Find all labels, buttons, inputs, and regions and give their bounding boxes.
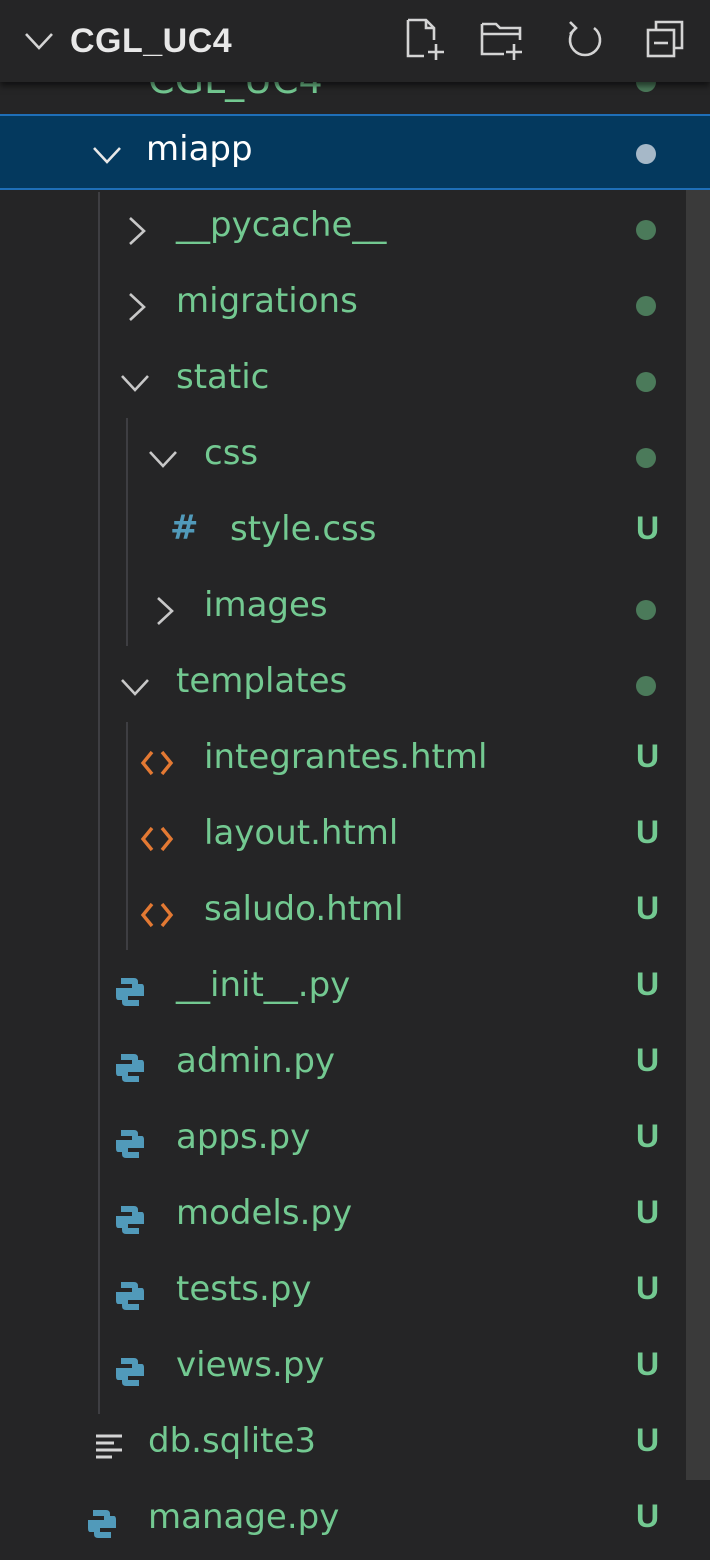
tree-row-images[interactable]: images (0, 572, 710, 648)
tree-row-migrations[interactable]: migrations (0, 268, 710, 344)
git-status-badge: U (636, 1042, 660, 1078)
tree-row-label: integrantes.html (204, 737, 488, 777)
tree-row-label: css (204, 433, 259, 473)
tree-row-label: admin.py (176, 1041, 336, 1081)
git-status-dot (636, 82, 656, 92)
tree-row-static[interactable]: static (0, 344, 710, 420)
tree-row-integrantes-html[interactable]: integrantes.html U (0, 724, 710, 800)
html-file-icon (140, 902, 174, 928)
python-file-icon (116, 1358, 144, 1386)
python-file-icon (116, 1054, 144, 1082)
tree-row-label: saludo.html (204, 889, 404, 929)
chevron-down-icon (121, 679, 149, 696)
tree-row-label: manage.py (148, 1497, 340, 1537)
git-status-badge: U (636, 1118, 660, 1154)
tree-row-init-py[interactable]: __init__.py U (0, 952, 710, 1028)
tree-row-layout-html[interactable]: layout.html U (0, 800, 710, 876)
tree-row-label: db.sqlite3 (148, 1421, 317, 1461)
tree-row-label: layout.html (204, 813, 399, 853)
git-status-badge: U (636, 966, 660, 1002)
git-status-dot (636, 220, 656, 240)
git-status-badge: U (636, 1346, 660, 1382)
git-status-badge: U (636, 890, 660, 926)
tree-row-label: apps.py (176, 1117, 311, 1157)
tree-row-label: migrations (176, 281, 358, 321)
tree-row-admin-py[interactable]: admin.py U (0, 1028, 710, 1104)
text-file-icon (96, 1434, 122, 1459)
chevron-right-icon (157, 597, 174, 625)
python-file-icon (116, 1206, 144, 1234)
git-status-dot (636, 144, 656, 164)
root-folder-title[interactable]: CGL_UC4 (70, 22, 232, 61)
python-file-icon (88, 1510, 116, 1538)
git-status-badge: U (636, 1194, 660, 1230)
tree-row-templates[interactable]: templates (0, 648, 710, 724)
tree-row-label: miapp (146, 129, 253, 169)
refresh-icon[interactable] (562, 16, 608, 62)
git-status-badge: U (636, 738, 660, 774)
tree-row-label: tests.py (176, 1269, 312, 1309)
chevron-down-icon (121, 375, 149, 392)
tree-row-label: style.css (230, 509, 377, 549)
tree-row-models-py[interactable]: models.py U (0, 1180, 710, 1256)
tree-row-label: __init__.py (176, 965, 351, 1005)
tree-row-css[interactable]: css (0, 420, 710, 496)
html-file-icon (140, 750, 174, 776)
tree-row-label: models.py (176, 1193, 353, 1233)
chevron-right-icon (129, 217, 146, 245)
tree-row-views-py[interactable]: views.py U (0, 1332, 710, 1408)
git-status-badge: U (636, 814, 660, 850)
tree-row-label: images (204, 585, 328, 625)
git-status-dot (636, 676, 656, 696)
git-status-dot (636, 372, 656, 392)
css-file-icon: # (170, 508, 199, 548)
new-folder-icon[interactable] (478, 16, 524, 62)
tree-row-saludo-html[interactable]: saludo.html U (0, 876, 710, 952)
tree-row-pycache[interactable]: __pycache__ (0, 192, 710, 268)
python-file-icon (116, 1130, 144, 1158)
tree-row-manage-py[interactable]: manage.py U (0, 1484, 710, 1560)
git-status-dot (636, 296, 656, 316)
collapse-all-icon[interactable] (642, 16, 688, 62)
chevron-down-icon (149, 451, 177, 468)
html-file-icon (140, 826, 174, 852)
tree-row-style-css[interactable]: # style.css U (0, 496, 710, 572)
explorer-header: CGL_UC4 (0, 0, 710, 82)
tree-row-miapp[interactable]: miapp (0, 114, 710, 190)
python-file-icon (116, 978, 144, 1006)
git-status-badge: U (636, 1270, 660, 1306)
new-file-icon[interactable] (400, 16, 446, 62)
tree-row-label: static (176, 357, 270, 397)
python-file-icon (116, 1282, 144, 1310)
tree-row-label: CGL_UC4 (148, 82, 323, 102)
chevron-right-icon (129, 293, 146, 321)
tree-row-db-sqlite3[interactable]: db.sqlite3 U (0, 1408, 710, 1484)
tree-row-partial[interactable]: CGL_UC4 (0, 82, 710, 112)
git-status-dot (636, 448, 656, 468)
git-status-badge: U (636, 1498, 660, 1534)
git-status-dot (636, 600, 656, 620)
tree-row-label: __pycache__ (176, 205, 387, 245)
chevron-down-icon[interactable] (22, 24, 56, 58)
tree-row-apps-py[interactable]: apps.py U (0, 1104, 710, 1180)
tree-row-tests-py[interactable]: tests.py U (0, 1256, 710, 1332)
chevron-down-icon (93, 147, 121, 164)
git-status-badge: U (636, 1422, 660, 1458)
git-status-badge: U (636, 510, 660, 546)
tree-row-label: views.py (176, 1345, 325, 1385)
tree-row-label: templates (176, 661, 348, 701)
